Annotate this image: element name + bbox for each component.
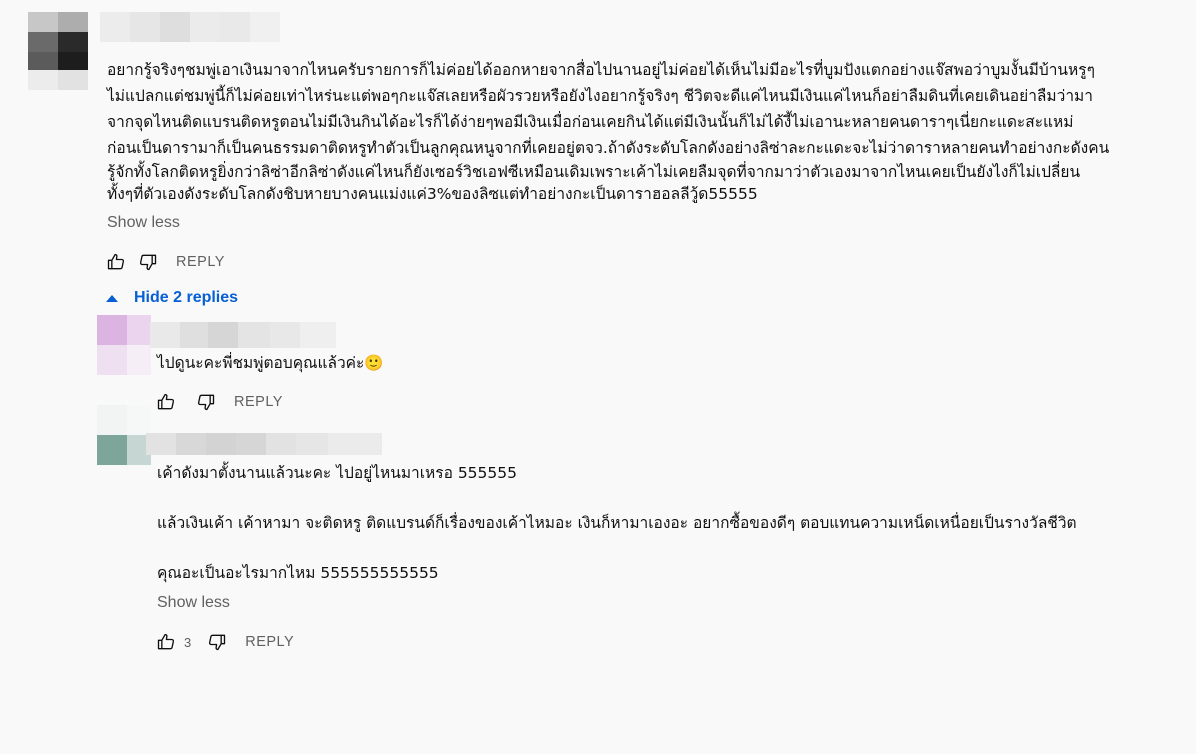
reply-paragraph: แล้วเงินเค้า เค้าหามา จะติดหรู ติดแบรนด์…	[157, 514, 1077, 532]
hide-replies-button[interactable]: Hide 2 replies	[104, 289, 238, 307]
like-icon[interactable]	[154, 390, 178, 414]
comment-line: ไม่แปลกแต่ชมพู่นี้ก็ไม่ค่อยเท่าไหร่นะแต่…	[107, 87, 1093, 105]
comment-actions: REPLY	[104, 250, 225, 274]
dislike-icon[interactable]	[136, 250, 160, 274]
reply-actions: REPLY	[154, 390, 283, 414]
reply-button[interactable]: REPLY	[234, 394, 283, 410]
reply-paragraph: เค้าดังมาตั้งนานแล้วนะคะ ไปอยู่ไหนมาเหรอ…	[157, 464, 517, 482]
author-name[interactable]	[150, 322, 336, 348]
avatar[interactable]	[97, 405, 151, 465]
reply-actions: 3 REPLY	[154, 630, 294, 654]
like-icon[interactable]	[154, 630, 178, 654]
author-name[interactable]	[100, 12, 280, 42]
reply-button[interactable]: REPLY	[245, 634, 294, 650]
dislike-icon[interactable]	[194, 390, 218, 414]
comments-section: อยากรู้จริงๆชมพู่เอาเงินมาจากไหนครับรายก…	[0, 0, 1196, 754]
dislike-icon[interactable]	[205, 630, 229, 654]
caret-up-icon	[106, 294, 118, 302]
avatar[interactable]	[28, 12, 88, 90]
reply-button[interactable]: REPLY	[176, 254, 225, 270]
avatar[interactable]	[97, 315, 151, 375]
comment-line: ก่อนเป็นดารามาก็เป็นคนธรรมดาติดหรูทำตัวเ…	[107, 139, 1110, 157]
comment-line: ทั้งๆที่ตัวเองดังระดับโลกดังชิบหายบางคนแ…	[107, 185, 758, 203]
like-count: 3	[184, 634, 192, 650]
reply-text: ไปดูนะคะพี่ชมพู่ตอบคุณแล้วค่ะ🙂	[157, 354, 384, 372]
reply-paragraph: คุณอะเป็นอะไรมากไหม 555555555555	[157, 564, 439, 582]
author-name[interactable]	[146, 433, 382, 455]
show-less-button[interactable]: Show less	[107, 214, 180, 232]
hide-replies-label: Hide 2 replies	[134, 289, 239, 306]
like-icon[interactable]	[104, 250, 128, 274]
comment-line: อยากรู้จริงๆชมพู่เอาเงินมาจากไหนครับรายก…	[107, 61, 1095, 79]
comment-line: จากจุดไหนติดแบรนติดหรูตอนไม่มีเงินกินได้…	[107, 113, 1074, 131]
show-less-button[interactable]: Show less	[157, 594, 230, 612]
